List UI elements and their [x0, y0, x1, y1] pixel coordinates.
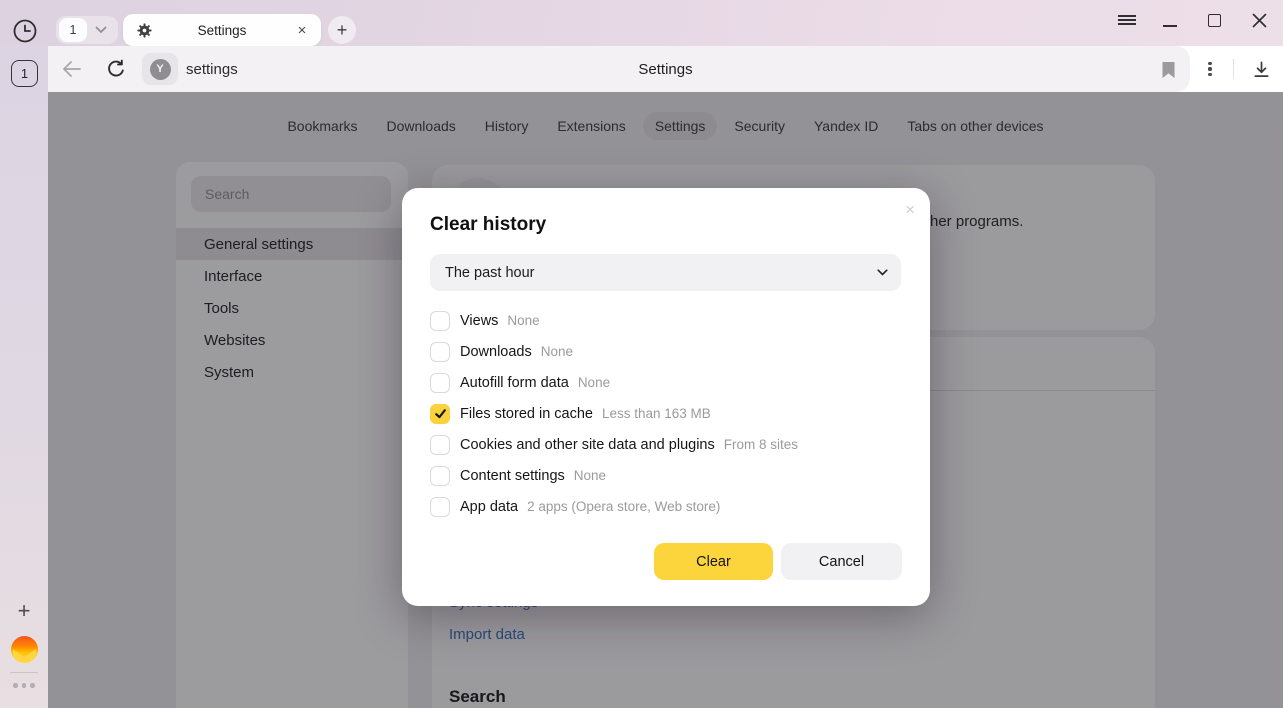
- checkbox[interactable]: [430, 497, 450, 517]
- yandex-mail-icon[interactable]: [11, 636, 38, 663]
- url-text[interactable]: settings: [186, 46, 238, 92]
- clear-button[interactable]: Clear: [654, 543, 773, 580]
- option-label: Content settings: [460, 468, 565, 484]
- browser-menu-icon[interactable]: [1112, 0, 1142, 40]
- option-label: Views: [460, 313, 498, 329]
- option-label: Cookies and other site data and plugins: [460, 437, 715, 453]
- window-maximize-button[interactable]: [1199, 0, 1229, 40]
- time-range-select[interactable]: The past hour: [430, 254, 901, 291]
- clear-history-dialog: × Clear history The past hour Views None…: [402, 188, 930, 606]
- option-downloads[interactable]: Downloads None: [402, 336, 930, 367]
- checkbox[interactable]: [430, 373, 450, 393]
- site-favicon-letter: Y: [150, 59, 171, 80]
- time-range-value: The past hour: [445, 265, 534, 281]
- clear-options-list: Views None Downloads None Autofill form …: [402, 305, 930, 522]
- checkbox[interactable]: [430, 342, 450, 362]
- tab-settings[interactable]: Settings ×: [123, 14, 321, 46]
- option-detail: None: [578, 375, 610, 390]
- rail-tab-count: 1: [21, 66, 28, 81]
- option-cookies[interactable]: Cookies and other site data and plugins …: [402, 429, 930, 460]
- bookmark-icon[interactable]: [1157, 60, 1179, 80]
- dialog-title: Clear history: [430, 214, 546, 236]
- rail-divider: [10, 672, 38, 673]
- toolbar-divider: [1233, 59, 1234, 79]
- option-label: App data: [460, 499, 518, 515]
- browser-toolbar: Y settings Settings: [48, 46, 1283, 92]
- option-detail: Less than 163 MB: [602, 406, 711, 421]
- option-detail: From 8 sites: [724, 437, 798, 452]
- side-rail: 1 +: [0, 46, 48, 708]
- tab-close-icon[interactable]: ×: [292, 14, 312, 46]
- rail-add-icon[interactable]: +: [0, 597, 48, 625]
- option-detail: 2 apps (Opera store, Web store): [527, 499, 720, 514]
- more-options-icon[interactable]: [1200, 58, 1220, 80]
- rail-tabs-button[interactable]: 1: [11, 60, 38, 87]
- option-content-settings[interactable]: Content settings None: [402, 460, 930, 491]
- tab-strip: 1 Settings × +: [0, 0, 1283, 46]
- checkbox-checked[interactable]: [430, 404, 450, 424]
- tab-group-control[interactable]: 1: [56, 16, 118, 44]
- window-close-button[interactable]: [1244, 0, 1274, 40]
- option-detail: None: [574, 468, 606, 483]
- reload-icon[interactable]: [106, 59, 128, 79]
- option-label: Autofill form data: [460, 375, 569, 391]
- option-cache[interactable]: Files stored in cache Less than 163 MB: [402, 398, 930, 429]
- option-views[interactable]: Views None: [402, 305, 930, 336]
- option-label: Downloads: [460, 344, 532, 360]
- checkbox[interactable]: [430, 466, 450, 486]
- window-minimize-button[interactable]: [1155, 0, 1185, 40]
- rail-more-icon[interactable]: [0, 683, 48, 688]
- checkbox[interactable]: [430, 435, 450, 455]
- option-autofill[interactable]: Autofill form data None: [402, 367, 930, 398]
- new-tab-button[interactable]: +: [328, 16, 356, 44]
- tab-group-count[interactable]: 1: [59, 18, 87, 42]
- dialog-close-icon[interactable]: ×: [905, 201, 915, 218]
- chevron-down-icon: [877, 269, 888, 276]
- cancel-button[interactable]: Cancel: [781, 543, 902, 580]
- option-detail: None: [541, 344, 573, 359]
- option-detail: None: [507, 313, 539, 328]
- checkbox[interactable]: [430, 311, 450, 331]
- option-label: Files stored in cache: [460, 406, 593, 422]
- option-app-data[interactable]: App data 2 apps (Opera store, Web store): [402, 491, 930, 522]
- history-clock-icon[interactable]: [11, 17, 39, 45]
- download-icon[interactable]: [1250, 58, 1272, 80]
- chevron-down-icon[interactable]: [95, 26, 107, 34]
- back-icon[interactable]: [62, 59, 84, 79]
- site-icon[interactable]: Y: [142, 53, 178, 85]
